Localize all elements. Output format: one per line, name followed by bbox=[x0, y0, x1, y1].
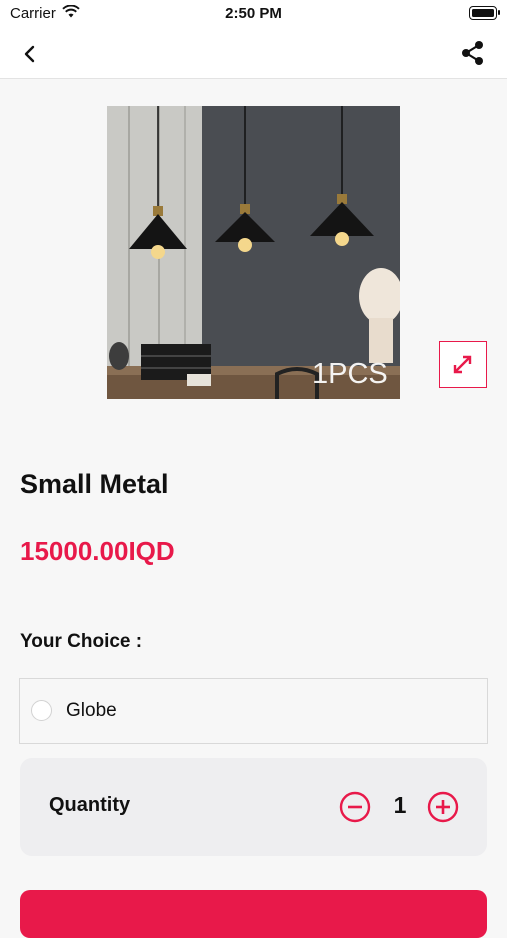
product-photo bbox=[107, 106, 400, 399]
share-button[interactable] bbox=[459, 39, 487, 67]
option-label: Globe bbox=[66, 700, 117, 721]
plus-circle-icon bbox=[427, 791, 459, 823]
quantity-value: 1 bbox=[393, 792, 407, 818]
expand-icon bbox=[453, 355, 472, 374]
add-to-cart-button[interactable] bbox=[20, 890, 487, 938]
quantity-stepper: Quantity 1 bbox=[20, 758, 487, 856]
battery-icon bbox=[469, 6, 500, 20]
back-button[interactable] bbox=[16, 42, 44, 66]
product-title: Small Metal bbox=[20, 469, 169, 499]
chevron-left-icon bbox=[24, 45, 35, 63]
nav-bar bbox=[0, 30, 507, 79]
increase-quantity-button[interactable] bbox=[427, 791, 459, 823]
product-image[interactable] bbox=[107, 106, 400, 399]
option-globe[interactable]: Globe bbox=[19, 678, 488, 744]
status-time: 2:50 PM bbox=[225, 5, 282, 22]
radio-button[interactable] bbox=[31, 700, 52, 721]
share-icon bbox=[462, 41, 483, 65]
image-caption: 1PCS bbox=[312, 358, 388, 390]
product-price: 15000.00IQD bbox=[20, 536, 175, 566]
quantity-label: Quantity bbox=[49, 794, 131, 816]
decrease-quantity-button[interactable] bbox=[339, 791, 371, 823]
choice-label: Your Choice : bbox=[20, 631, 143, 652]
expand-image-button[interactable] bbox=[439, 341, 487, 388]
status-bar: Carrier 2:50 PM bbox=[0, 0, 507, 30]
minus-circle-icon bbox=[339, 791, 371, 823]
